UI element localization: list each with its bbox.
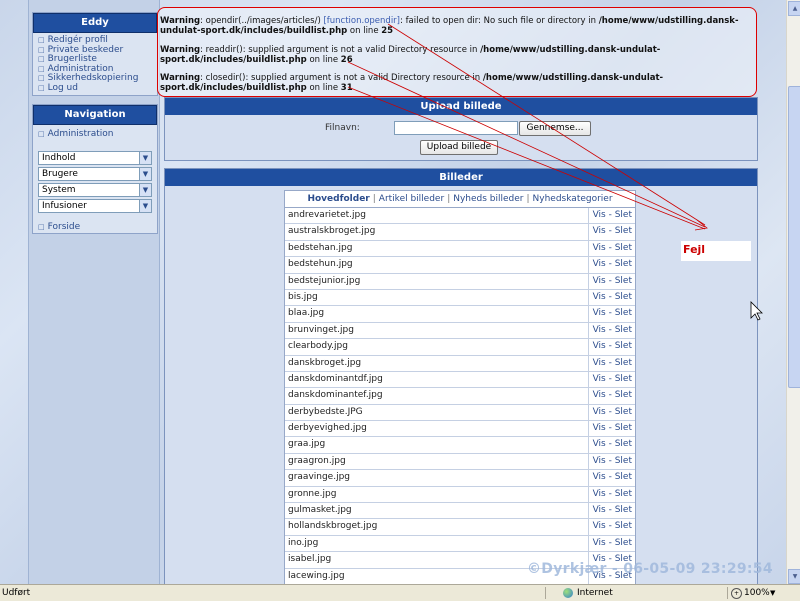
arrow-line-2: [347, 61, 706, 228]
vertical-scrollbar[interactable]: ▲ ▼: [786, 0, 800, 584]
scroll-up-icon[interactable]: ▲: [788, 1, 800, 16]
status-text: Udført: [2, 588, 31, 598]
scroll-down-icon[interactable]: ▼: [788, 569, 800, 584]
annotation-arrows: [347, 23, 763, 321]
zoom-level[interactable]: 100%: [744, 585, 770, 601]
globe-icon: [563, 588, 573, 598]
arrow-line-3: [347, 86, 706, 230]
status-divider: [545, 587, 546, 599]
zoom-dropdown-icon[interactable]: ▼: [770, 585, 775, 601]
status-bar: Udført Internet + 100% ▼: [0, 584, 800, 601]
status-zone: Internet: [577, 588, 613, 598]
scroll-thumb[interactable]: [788, 86, 800, 388]
watermark: ©Dyrkjær - 06-05-09 23:29:54: [527, 561, 773, 577]
mouse-cursor-icon: [750, 301, 763, 321]
status-divider-2: [727, 587, 728, 599]
arrow-line-1: [387, 23, 706, 226]
error-annotation-label: Fejl: [681, 241, 751, 261]
zoom-icon[interactable]: +: [731, 588, 742, 599]
